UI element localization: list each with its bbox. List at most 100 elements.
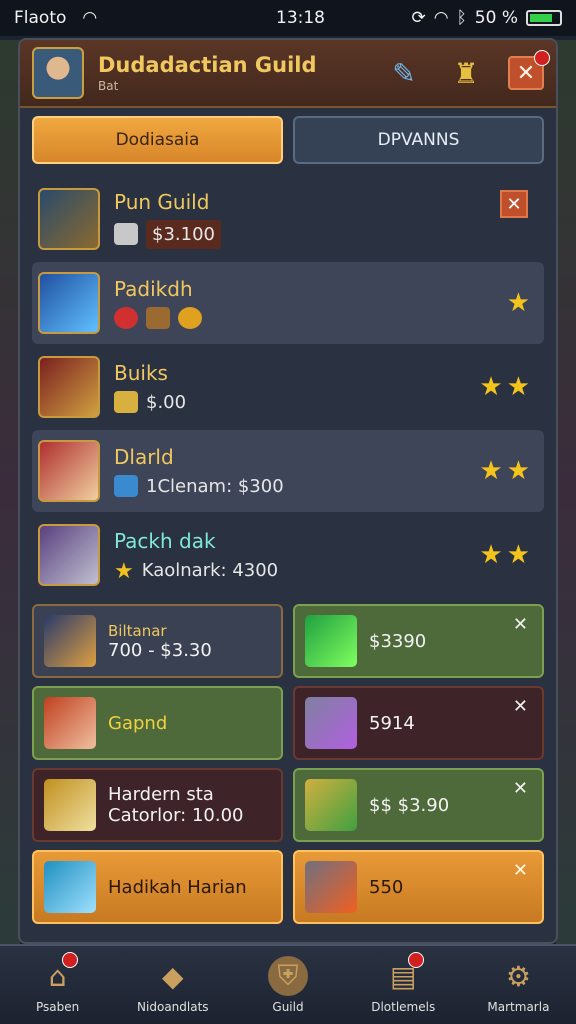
guild-row[interactable]: Pun Guild $3.100 ✕ (32, 178, 544, 260)
gold-icon (114, 391, 138, 413)
gold-bar-icon (305, 779, 357, 831)
guild-row[interactable]: Padikdh ★ (32, 262, 544, 344)
guild-name: Buiks (114, 361, 168, 385)
battery-percent: 50 % (474, 8, 518, 28)
guild-cost: 1Clenam: $300 (146, 475, 284, 497)
close-icon[interactable]: ✕ (513, 696, 528, 717)
nav-label: Guild (272, 1000, 304, 1014)
emerald-icon (305, 615, 357, 667)
chest-icon (146, 307, 170, 329)
coin-icon (178, 307, 202, 329)
sync-icon: ⟳ (411, 8, 426, 28)
close-icon[interactable]: ✕ (513, 860, 528, 881)
nav-item-guild[interactable]: ⛨ Guild (230, 946, 345, 1024)
guild-name: Dlarld (114, 445, 174, 469)
star-rating: ★ ★ (479, 372, 530, 402)
guild-row[interactable]: Dlarld 1Clenam: $300 ★ ★ (32, 430, 544, 512)
offer-price: $$ $3.90 (369, 794, 450, 816)
guild-cost: $3.100 (146, 219, 221, 249)
gear-icon: ⚙ (505, 959, 531, 993)
star-rating: ★ (507, 288, 530, 318)
star-icon: ★ (506, 540, 530, 570)
card-icon: ◆ (162, 959, 184, 993)
crate-icon (114, 223, 138, 245)
offer-card[interactable]: $3390 ✕ (293, 604, 544, 678)
notification-badge (534, 50, 550, 66)
fire-gem-icon (305, 861, 357, 913)
treasure-chest-icon (38, 356, 100, 418)
star-icon: ★ (114, 559, 134, 584)
background-left (0, 40, 20, 944)
background-right (556, 40, 576, 944)
wifi-signal-icon: ◠ (433, 8, 449, 28)
star-icon: ★ (506, 456, 530, 486)
sword-icon (44, 779, 96, 831)
offer-price: 550 (369, 876, 404, 898)
star-rating: ★ ★ (479, 456, 530, 486)
offer-card[interactable]: Hardern sta Catorlor: 10.00 (32, 768, 283, 842)
guild-name: Pun Guild (114, 189, 210, 214)
offer-card[interactable]: 550 ✕ (293, 850, 544, 924)
nav-label: Psaben (35, 1000, 80, 1014)
close-icon[interactable]: ✕ (513, 778, 528, 799)
guild-row[interactable]: Packh dak ★ Kaolnark: 4300 ★ ★ (32, 514, 544, 596)
guild-list: Pun Guild $3.100 ✕ Padikdh ★ Buiks $.00 … (20, 172, 556, 596)
tab-bar: Dodiasaia DPVANNS (20, 108, 556, 172)
warrior-icon (38, 524, 100, 586)
offer-card[interactable]: 5914 ✕ (293, 686, 544, 760)
guild-row[interactable]: Buiks $.00 ★ ★ (32, 346, 544, 428)
nav-item-psaben[interactable]: ⌂ Psaben (0, 946, 115, 1024)
offer-title: Hardern sta (108, 784, 214, 805)
nav-item-nidoandlats[interactable]: ◆ Nidoandlats (115, 946, 230, 1024)
remove-guild-button[interactable]: ✕ (500, 190, 528, 218)
offer-price: 5914 (369, 712, 415, 734)
offer-price: 700 - $3.30 (108, 639, 212, 661)
offer-card[interactable]: Hadikah Harian (32, 850, 283, 924)
avatar[interactable] (32, 47, 84, 99)
star-icon: ★ (479, 456, 503, 486)
star-icon: ★ (479, 372, 503, 402)
nav-item-martmarla[interactable]: ⚙ Martmarla (461, 946, 576, 1024)
guild-cost: Kaolnark: 4300 (141, 559, 279, 581)
nav-label: Dlotlemels (371, 1000, 436, 1014)
tab-dpvanns[interactable]: DPVANNS (293, 116, 544, 164)
guild-name: Padikdh (114, 277, 193, 301)
gem-icon (114, 307, 138, 329)
potion-icon (305, 697, 357, 749)
close-button[interactable]: ✕ (508, 50, 550, 90)
page-subtitle: Bat (98, 79, 119, 93)
offer-grid: Biltanar 700 - $3.30 $3390 ✕ Gapnd 5914 … (20, 598, 556, 924)
trophy-icon[interactable]: ♜ (446, 53, 486, 93)
info-icon (114, 475, 138, 497)
nav-item-dlotlemels[interactable]: ▤ Dlotlemels (346, 946, 461, 1024)
page-title: Dudadactian Guild (98, 53, 317, 77)
guild-chest-icon (38, 188, 100, 250)
close-icon[interactable]: ✕ (513, 614, 528, 635)
notification-badge (407, 952, 424, 968)
guild-panel: Dudadactian Guild Bat ✎ ♜ ✕ Dodiasaia DP… (18, 38, 558, 944)
offer-card[interactable]: $$ $3.90 ✕ (293, 768, 544, 842)
panel-header: Dudadactian Guild Bat ✎ ♜ ✕ (20, 40, 556, 108)
pirate-icon (38, 440, 100, 502)
nav-label: Nidoandlats (137, 1000, 209, 1014)
status-bar: Flaoto ◠ 13:18 ⟳ ◠ ᛒ 50 % (0, 0, 576, 36)
star-rating: ★ ★ (479, 540, 530, 570)
notification-badge (62, 952, 78, 968)
bottom-nav: ⌂ Psaben ◆ Nidoandlats ⛨ Guild ▤ Dlotlem… (0, 944, 576, 1024)
bluetooth-icon: ᛒ (456, 8, 467, 28)
wrench-icon[interactable]: ✎ (384, 53, 424, 93)
guild-name: Packh dak (114, 529, 216, 553)
offer-card[interactable]: Biltanar 700 - $3.30 (32, 604, 283, 678)
offer-price: $3390 (369, 630, 427, 652)
status-time: 13:18 (276, 8, 325, 28)
bundle-icon (44, 697, 96, 749)
tab-dodiasaia[interactable]: Dodiasaia (32, 116, 283, 164)
battery-icon (526, 10, 562, 26)
wifi-icon: ◠ (82, 8, 98, 28)
star-icon: ★ (506, 288, 530, 318)
offer-price: Catorlor: 10.00 (108, 805, 244, 826)
offer-title: Biltanar (108, 621, 167, 640)
offer-card[interactable]: Gapnd (32, 686, 283, 760)
close-icon: ✕ (516, 60, 536, 86)
crystal-icon (38, 272, 100, 334)
